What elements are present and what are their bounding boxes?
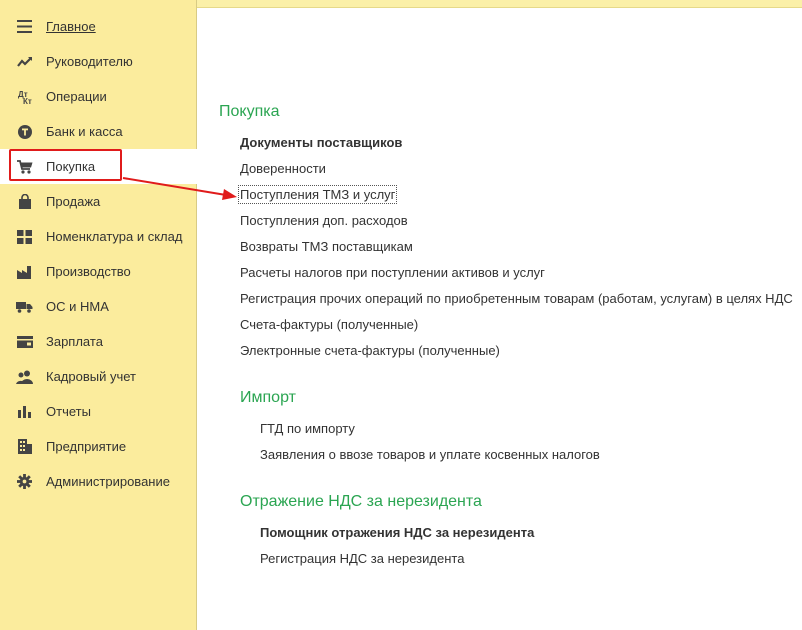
- sidebar-item-label: Зарплата: [46, 334, 103, 349]
- trend-icon: [16, 53, 33, 70]
- bank-icon: [16, 123, 33, 140]
- sidebar-item-administration[interactable]: Администрирование: [0, 464, 197, 499]
- grid-icon: [16, 228, 33, 245]
- sidebar-item-operations[interactable]: Дт Кт Операции: [0, 79, 197, 114]
- link-customs-declarations[interactable]: ГТД по импорту: [260, 421, 355, 436]
- sidebar-item-purchase[interactable]: Покупка: [0, 149, 197, 184]
- sidebar-item-label: Производство: [46, 264, 131, 279]
- sidebar: Главное Руководителю Дт Кт Операции Банк …: [0, 0, 197, 630]
- sidebar-item-label: Номенклатура и склад: [46, 229, 183, 244]
- sidebar-item-main[interactable]: Главное: [0, 9, 197, 44]
- section-title-nonresident-vat: Отражение НДС за нерезидента: [240, 493, 482, 510]
- wallet-icon: [16, 333, 33, 350]
- sidebar-item-label: Главное: [46, 19, 96, 34]
- sidebar-item-label: Покупка: [46, 159, 96, 174]
- link-powers-of-attorney[interactable]: Доверенности: [240, 161, 326, 176]
- sidebar-item-label: Операции: [46, 89, 107, 104]
- link-import-applications[interactable]: Заявления о ввозе товаров и уплате косве…: [260, 447, 600, 462]
- factory-icon: [16, 263, 33, 280]
- link-supplier-documents[interactable]: Документы поставщиков: [240, 135, 402, 150]
- sidebar-item-reports[interactable]: Отчеты: [0, 394, 197, 429]
- cart-icon: [16, 158, 33, 175]
- link-vat-other-operations[interactable]: Регистрация прочих операций по приобрете…: [240, 291, 793, 306]
- svg-text:Кт: Кт: [23, 97, 32, 105]
- people-icon: [16, 368, 33, 385]
- sidebar-item-label: Администрирование: [46, 474, 170, 489]
- gear-icon: [16, 473, 33, 490]
- link-goods-receipts[interactable]: Поступления ТМЗ и услуг: [237, 185, 398, 204]
- sidebar-item-salary[interactable]: Зарплата: [0, 324, 197, 359]
- section-title-import: Импорт: [240, 389, 296, 406]
- sidebar-item-enterprise[interactable]: Предприятие: [0, 429, 197, 464]
- building-icon: [16, 438, 33, 455]
- sidebar-item-fixed-assets[interactable]: ОС и НМА: [0, 289, 197, 324]
- sidebar-item-label: ОС и НМА: [46, 299, 109, 314]
- sidebar-item-production[interactable]: Производство: [0, 254, 197, 289]
- sidebar-item-label: Продажа: [46, 194, 101, 209]
- section-title-purchase: Покупка: [219, 103, 280, 120]
- sidebar-item-label: Кадровый учет: [46, 369, 136, 384]
- link-additional-expenses[interactable]: Поступления доп. расходов: [240, 213, 408, 228]
- bar-chart-icon: [16, 403, 33, 420]
- link-nonresident-vat-assistant[interactable]: Помощник отражения НДС за нерезидента: [260, 525, 534, 540]
- link-tax-calculations[interactable]: Расчеты налогов при поступлении активов …: [240, 265, 545, 280]
- sidebar-item-label: Отчеты: [46, 404, 91, 419]
- sidebar-item-label: Предприятие: [46, 439, 127, 454]
- link-nonresident-vat-registration[interactable]: Регистрация НДС за нерезидента: [260, 551, 464, 566]
- link-invoices-received[interactable]: Счета-фактуры (полученные): [240, 317, 418, 332]
- sidebar-item-nomenclature[interactable]: Номенклатура и склад: [0, 219, 197, 254]
- link-e-invoices-received[interactable]: Электронные счета-фактуры (полученные): [240, 343, 500, 358]
- debit-credit-icon: Дт Кт: [16, 88, 33, 105]
- shopping-bag-icon: [16, 193, 33, 210]
- link-supplier-returns[interactable]: Возвраты ТМЗ поставщикам: [240, 239, 413, 254]
- truck-icon: [16, 298, 33, 315]
- sidebar-item-label: Руководителю: [46, 54, 133, 69]
- sidebar-item-manager[interactable]: Руководителю: [0, 44, 197, 79]
- menu-icon: [16, 18, 33, 35]
- top-panel-strip: [197, 0, 802, 8]
- sidebar-item-bank[interactable]: Банк и касса: [0, 114, 197, 149]
- sidebar-item-label: Банк и касса: [46, 124, 123, 139]
- sidebar-item-hr[interactable]: Кадровый учет: [0, 359, 197, 394]
- sidebar-item-sales[interactable]: Продажа: [0, 184, 197, 219]
